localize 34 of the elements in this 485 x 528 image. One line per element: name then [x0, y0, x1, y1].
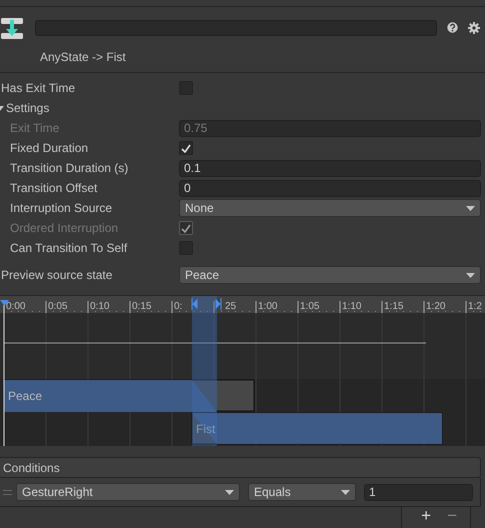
- value-field[interactable]: 1: [364, 484, 473, 500]
- time-label: 0:15: [132, 301, 152, 312]
- property-label: Exit Time: [10, 121, 60, 135]
- dropdown[interactable]: Equals: [248, 483, 356, 501]
- property-label: Transition Offset: [10, 181, 98, 195]
- time-label: 1:10: [342, 301, 362, 312]
- dropdown[interactable]: None: [179, 199, 481, 217]
- property-label: Can Transition To Self: [10, 241, 128, 255]
- time-label: 1:20: [426, 301, 446, 312]
- add-button[interactable]: +: [416, 506, 436, 526]
- clip-bar[interactable]: Peace: [4, 380, 254, 412]
- time-label: 0:05: [48, 301, 68, 312]
- transition-title: AnyState -> Fist: [40, 50, 126, 64]
- time-label: 1:00: [258, 301, 278, 312]
- dropdown[interactable]: Peace: [179, 266, 481, 284]
- section-title: Conditions: [3, 460, 60, 474]
- time-label: 0:10: [90, 301, 110, 312]
- time-label: 0:00: [6, 301, 26, 312]
- time-label: 1:2: [468, 301, 482, 312]
- property-label: Ordered Interruption: [10, 221, 120, 235]
- property-label: Interruption Source: [10, 201, 114, 215]
- time-label: 1:05: [300, 301, 320, 312]
- property-label: Preview source state: [1, 268, 114, 282]
- time-label: 1:15: [384, 301, 404, 312]
- remove-button[interactable]: −: [442, 506, 462, 526]
- number-field[interactable]: 0.1: [179, 160, 481, 176]
- time-label: 0:: [174, 301, 182, 312]
- number-field[interactable]: 0: [179, 180, 481, 196]
- property-label: Has Exit Time: [1, 81, 76, 95]
- dropdown[interactable]: GestureRight: [16, 483, 240, 501]
- section-label: Settings: [6, 101, 50, 115]
- property-label: Fixed Duration: [10, 141, 90, 155]
- time-label: 25: [225, 301, 236, 312]
- property-label: Transition Duration (s): [10, 161, 130, 175]
